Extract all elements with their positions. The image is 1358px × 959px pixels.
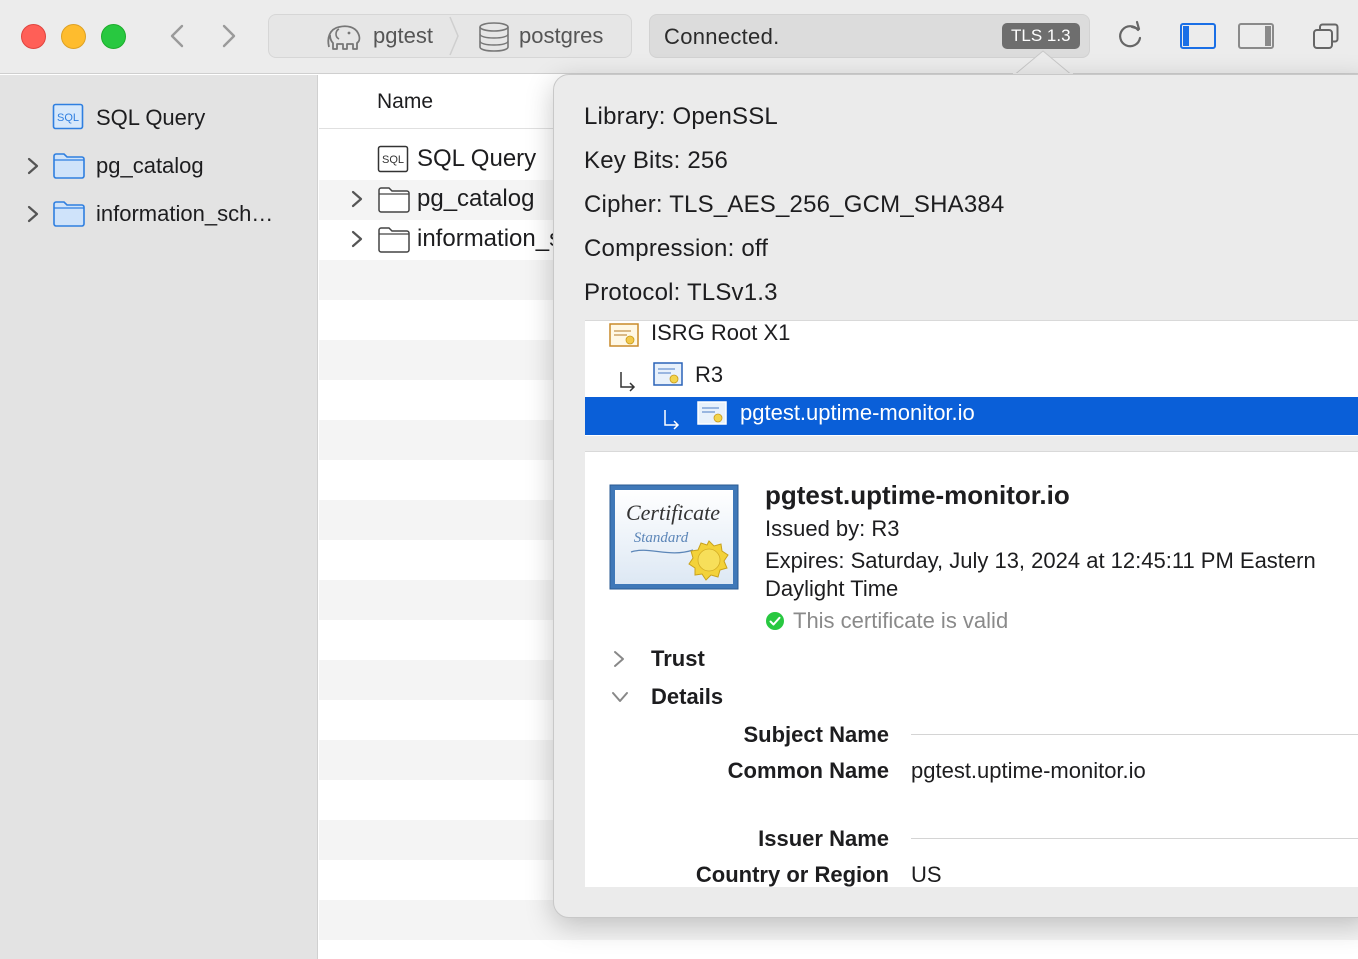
sidebar: SQL SQL Query pg_catalog information_sch… xyxy=(0,75,318,959)
chain-branch-icon xyxy=(620,372,636,392)
certificate-icon xyxy=(609,323,639,347)
elephant-icon xyxy=(327,25,361,50)
chain-item-label: pgtest.uptime-monitor.io xyxy=(740,400,975,425)
chevron-right-icon[interactable] xyxy=(24,156,42,176)
certificate-issued-by: Issued by: R3 xyxy=(765,516,900,541)
list-item-label: SQL Query xyxy=(417,145,537,172)
column-name-label: Name xyxy=(377,90,434,113)
folder-icon xyxy=(378,187,410,213)
sql-query-icon: SQL xyxy=(52,103,84,130)
chevron-right-icon xyxy=(222,24,236,48)
sidebar-item-sql-query[interactable]: SQL SQL Query xyxy=(0,98,318,138)
list-item-label: pg_catalog xyxy=(417,185,535,212)
details-label: Details xyxy=(651,684,724,709)
country-value: US xyxy=(911,862,942,887)
folder-icon xyxy=(378,227,410,253)
certificate-chain: ISRG Root X1 R3 pgtest.uptime-monitor.io xyxy=(585,320,1358,436)
sql-icon-text: SQL xyxy=(382,154,404,166)
sidebar-item-label: SQL Query xyxy=(96,105,206,130)
section-divider xyxy=(911,734,1358,735)
chain-item-intermediate[interactable]: R3 xyxy=(585,359,1358,397)
sidebar-item-information-schema[interactable]: information_sch… xyxy=(0,194,318,234)
breadcrumb-server[interactable]: pgtest xyxy=(373,15,433,57)
status-text: Connected. xyxy=(664,24,780,49)
tls-compression: Compression: off xyxy=(584,235,769,262)
close-window-button[interactable] xyxy=(21,24,46,49)
sidebar-item-label: information_sch… xyxy=(96,201,274,226)
breadcrumb-separator-icon xyxy=(449,16,459,56)
chain-item-label: R3 xyxy=(695,362,724,387)
trust-label: Trust xyxy=(651,646,705,671)
chain-branch-icon xyxy=(664,410,680,430)
chain-item-root[interactable]: ISRG Root X1 xyxy=(585,317,1358,355)
window-toolbar: pgtest postgres Connected. TLS 1.3 xyxy=(0,0,1358,74)
breadcrumb: pgtest postgres xyxy=(268,14,632,58)
certificate-detail: Certificate Standard pgtest.uptime-monit… xyxy=(585,451,1358,887)
valid-text: This certificate is valid xyxy=(793,608,1009,633)
folder-icon xyxy=(53,153,85,179)
chain-item-label: ISRG Root X1 xyxy=(651,320,791,345)
sidebar-item-pg-catalog[interactable]: pg_catalog xyxy=(0,146,318,186)
tls-cipher: Cipher: TLS_AES_256_GCM_SHA384 xyxy=(584,191,1005,218)
breadcrumb-database[interactable]: postgres xyxy=(519,15,603,57)
popover-arrow xyxy=(1013,50,1073,76)
folder-icon xyxy=(53,201,85,227)
country-label: Country or Region xyxy=(695,862,889,887)
certificate-expires: Expires: Saturday, July 13, 2024 at 12:4… xyxy=(765,548,1316,573)
back-button[interactable] xyxy=(160,18,196,54)
minimize-window-button[interactable] xyxy=(61,24,86,49)
right-sidebar-toggle-icon[interactable] xyxy=(1236,18,1276,54)
tls-protocol: Protocol: TLSv1.3 xyxy=(584,279,778,306)
trust-disclosure[interactable]: Trust xyxy=(611,646,705,672)
chevron-left-icon xyxy=(170,24,184,48)
tls-key-bits: Key Bits: 256 xyxy=(584,147,729,174)
chevron-right-icon[interactable] xyxy=(349,190,365,208)
chevron-right-icon xyxy=(614,651,624,667)
certificate-icon xyxy=(653,362,683,386)
section-divider xyxy=(911,838,1358,839)
common-name-label: Common Name xyxy=(727,758,889,783)
subject-name-label: Subject Name xyxy=(743,722,890,747)
sql-query-icon: SQL xyxy=(377,145,409,173)
new-window-icon[interactable] xyxy=(1310,18,1342,54)
common-name-value: pgtest.uptime-monitor.io xyxy=(911,758,1146,783)
forward-button[interactable] xyxy=(210,18,246,54)
chevron-down-icon xyxy=(612,692,628,702)
certificate-icon xyxy=(697,401,727,425)
certificate-name: pgtest.uptime-monitor.io xyxy=(765,480,1070,510)
zoom-window-button[interactable] xyxy=(101,24,126,49)
certificate-valid-status: This certificate is valid xyxy=(765,608,1008,634)
tls-info-popover: Library: OpenSSL Key Bits: 256 Cipher: T… xyxy=(553,74,1358,918)
database-icon xyxy=(479,22,509,52)
sidebar-item-label: pg_catalog xyxy=(96,153,204,178)
chevron-right-icon[interactable] xyxy=(24,204,42,224)
checkmark-circle-icon xyxy=(766,612,784,630)
certificate-image-subtitle: Standard xyxy=(634,530,689,546)
left-sidebar-toggle-icon[interactable] xyxy=(1178,18,1218,54)
chevron-right-icon[interactable] xyxy=(349,230,365,248)
tls-library: Library: OpenSSL xyxy=(584,103,778,130)
certificate-image: Certificate Standard xyxy=(609,484,739,590)
tls-badge[interactable]: TLS 1.3 xyxy=(1002,23,1080,49)
sql-icon-text: SQL xyxy=(57,112,79,124)
chain-item-leaf[interactable]: pgtest.uptime-monitor.io xyxy=(585,397,1358,435)
details-disclosure[interactable]: Details xyxy=(611,684,723,710)
refresh-icon[interactable] xyxy=(1114,18,1146,54)
certificate-expires-continued: Daylight Time xyxy=(765,576,899,601)
issuer-name-label: Issuer Name xyxy=(758,826,889,851)
certificate-image-title: Certificate xyxy=(626,500,720,525)
